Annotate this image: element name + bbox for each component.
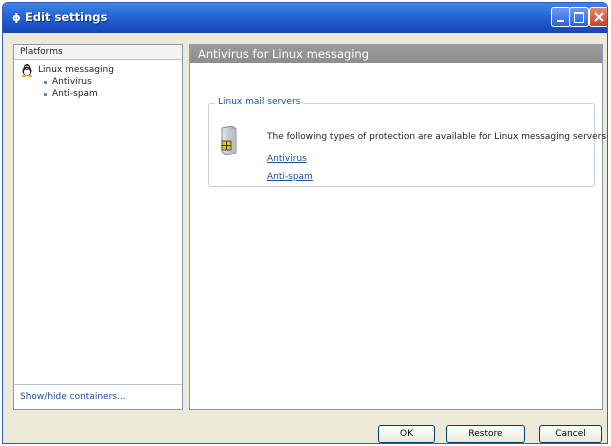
restore-button[interactable]: Restore — [446, 425, 525, 443]
antivirus-link[interactable]: Antivirus — [267, 154, 307, 164]
maximize-icon[interactable] — [569, 7, 589, 27]
title-bar[interactable]: ϕ Edit settings — [3, 3, 607, 33]
settings-icon: ϕ — [12, 11, 21, 24]
show-hide-containers-link[interactable]: Show/hide containers... — [20, 392, 126, 402]
linux-mail-servers-group: Linux mail servers The following types o… — [208, 97, 607, 187]
tree-item-label: Anti-spam — [52, 89, 98, 99]
server-icon — [221, 126, 237, 156]
cancel-button[interactable]: Cancel — [539, 425, 602, 443]
panel-footer: Show/hide containers... — [14, 384, 182, 409]
window-title: Edit settings — [25, 10, 108, 24]
penguin-icon — [21, 64, 33, 77]
ok-button[interactable]: OK — [378, 425, 435, 443]
tree-item-label: Antivirus — [52, 77, 92, 87]
minimize-icon[interactable] — [551, 7, 571, 27]
platforms-panel: Platforms Linux messaging Antivirus Anti… — [13, 44, 183, 410]
edit-settings-window: ϕ Edit settings Platforms Linux messagin… — [2, 2, 608, 444]
tree-item-label: Linux messaging — [38, 65, 114, 75]
group-description: The following types of protection are av… — [267, 132, 608, 142]
close-icon[interactable] — [589, 7, 607, 27]
section-title: Antivirus for Linux messaging — [190, 45, 602, 63]
bullet-icon — [44, 93, 47, 96]
platforms-header: Platforms — [14, 45, 182, 60]
group-legend: Linux mail servers — [215, 97, 304, 107]
settings-content-panel: Antivirus for Linux messaging Linux mail… — [189, 44, 607, 410]
anti-spam-link[interactable]: Anti-spam — [267, 172, 313, 182]
bullet-icon — [44, 81, 47, 84]
